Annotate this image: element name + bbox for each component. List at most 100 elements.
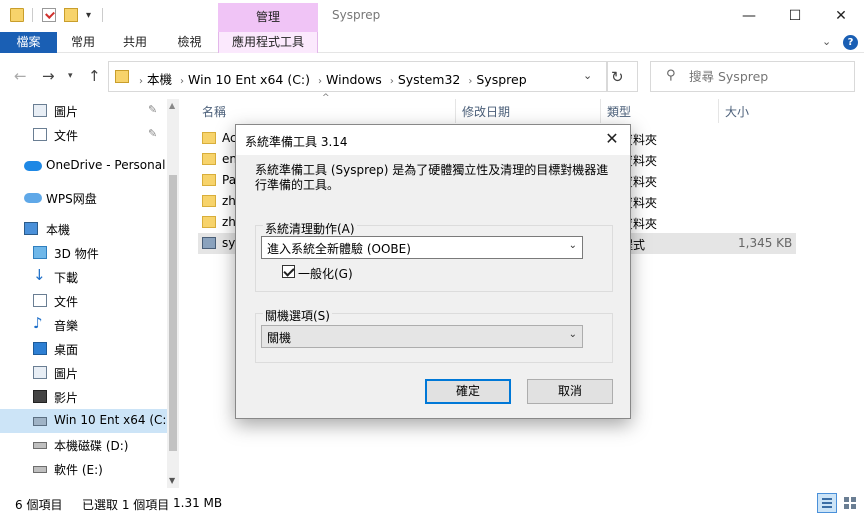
- chevron-right-icon[interactable]: ›: [468, 76, 472, 87]
- breadcrumb: › 本機 › Win 10 Ent x64 (C:) › Windows › System32…: [135, 69, 531, 88]
- scroll-up-icon[interactable]: ▲: [169, 101, 175, 110]
- column-separator[interactable]: [455, 99, 456, 123]
- help-icon[interactable]: ?: [843, 35, 858, 50]
- manage-contextual-tab[interactable]: 管理: [218, 3, 318, 32]
- chevron-right-icon[interactable]: ›: [139, 76, 143, 87]
- download-arrow-icon: ↓: [33, 266, 46, 284]
- search-box[interactable]: ⚲: [650, 61, 855, 92]
- folder-icon: [202, 195, 216, 207]
- desktop-icon: [33, 342, 47, 355]
- tab-home[interactable]: 常用: [57, 32, 109, 53]
- sidebar-item-downloads[interactable]: ↓ 下載: [0, 265, 167, 289]
- videos-icon: [33, 390, 47, 403]
- breadcrumb-sysprep[interactable]: Sysprep: [476, 72, 526, 87]
- sidebar-scrollbar[interactable]: ▲ ▼: [167, 99, 179, 488]
- sort-ascending-icon: ^: [322, 93, 330, 103]
- sidebar-item-onedrive[interactable]: OneDrive - Personal: [0, 154, 167, 178]
- column-header-type[interactable]: 類型: [607, 103, 631, 120]
- chevron-down-icon: ⌄: [568, 329, 577, 340]
- address-dropdown-icon[interactable]: ⌄: [583, 69, 592, 82]
- sidebar-item-drive-e[interactable]: 軟件 (E:): [0, 457, 167, 481]
- details-view-icon[interactable]: [817, 493, 837, 513]
- breadcrumb-windows[interactable]: Windows: [326, 72, 382, 87]
- maximize-button[interactable]: ☐: [772, 0, 818, 32]
- scrollbar-thumb[interactable]: [169, 175, 177, 451]
- cleanup-action-select[interactable]: 進入系統全新體驗 (OOBE) ⌄: [261, 236, 583, 259]
- up-arrow-icon[interactable]: ↑: [88, 67, 101, 85]
- scroll-down-icon[interactable]: ▼: [169, 476, 175, 485]
- tab-view[interactable]: 檢視: [161, 32, 218, 53]
- chevron-right-icon[interactable]: ›: [318, 76, 322, 87]
- shutdown-options-select[interactable]: 關機 ⌄: [261, 325, 583, 348]
- wps-cloud-icon: [24, 193, 42, 203]
- generalize-label[interactable]: 一般化(G): [298, 265, 353, 282]
- tab-application-tools[interactable]: 應用程式工具: [218, 32, 318, 53]
- chevron-down-icon: ⌄: [568, 240, 577, 251]
- recent-locations-chevron-icon[interactable]: ▾: [68, 71, 73, 81]
- back-arrow-icon[interactable]: ←: [14, 67, 27, 85]
- sidebar-item-pictures[interactable]: 圖片: [0, 361, 167, 385]
- cancel-button[interactable]: 取消: [527, 379, 613, 404]
- properties-icon[interactable]: [42, 8, 56, 22]
- pin-icon[interactable]: ✎: [148, 127, 157, 140]
- sidebar-item-wps-cloud[interactable]: WPS网盘: [0, 186, 167, 210]
- sidebar-item-desktop[interactable]: 桌面: [0, 337, 167, 361]
- chevron-right-icon[interactable]: ›: [390, 76, 394, 87]
- forward-arrow-icon[interactable]: →: [42, 67, 55, 85]
- sidebar-item-music[interactable]: ♪ 音樂: [0, 313, 167, 337]
- documents-icon: [33, 128, 47, 141]
- close-button[interactable]: ✕: [818, 0, 864, 32]
- pictures-icon: [33, 366, 47, 379]
- new-folder-icon[interactable]: [64, 8, 78, 22]
- column-separator[interactable]: [718, 99, 719, 123]
- sidebar-item-videos[interactable]: 影片: [0, 385, 167, 409]
- folder-icon: [202, 216, 216, 228]
- search-input[interactable]: [689, 69, 839, 84]
- dialog-close-button[interactable]: ✕: [601, 129, 623, 148]
- chevron-right-icon[interactable]: ›: [180, 76, 184, 87]
- generalize-checkbox[interactable]: [282, 265, 295, 278]
- dialog-title-bar: 系統準備工具 3.14 ✕: [236, 125, 630, 155]
- window-title: Sysprep: [332, 8, 381, 22]
- column-header-size[interactable]: 大小: [725, 103, 749, 120]
- folder-icon: [10, 8, 24, 22]
- sidebar-item-this-pc[interactable]: 本機: [0, 217, 167, 241]
- folder-icon: [202, 153, 216, 165]
- sidebar-item-documents-pinned[interactable]: 文件 ✎: [0, 123, 167, 147]
- drive-icon: [33, 466, 47, 473]
- sidebar-item-pictures-pinned[interactable]: 圖片 ✎: [0, 99, 167, 123]
- this-pc-icon: [24, 222, 38, 235]
- large-icons-view-icon[interactable]: [840, 493, 860, 513]
- sidebar-item-3d-objects[interactable]: 3D 物件: [0, 241, 167, 265]
- column-header-name[interactable]: 名稱: [202, 103, 226, 120]
- cleanup-action-value: 進入系統全新體驗 (OOBE): [267, 242, 411, 256]
- quick-access-dropdown-icon[interactable]: ▾: [86, 10, 91, 21]
- tab-file[interactable]: 檔案: [0, 32, 57, 53]
- tab-share[interactable]: 共用: [109, 32, 161, 53]
- folder-icon: [115, 70, 129, 83]
- expand-ribbon-icon[interactable]: ⌄: [822, 35, 831, 48]
- separator: [102, 8, 103, 22]
- breadcrumb-this-pc[interactable]: 本機: [147, 72, 172, 87]
- refresh-icon[interactable]: ↻: [611, 68, 624, 86]
- 3d-objects-icon: [33, 246, 47, 259]
- breadcrumb-drive-c[interactable]: Win 10 Ent x64 (C:): [188, 72, 310, 87]
- sidebar-item-drive-d[interactable]: 本機磁碟 (D:): [0, 433, 167, 457]
- navigation-bar: ← → ▾ ↑ › 本機 › Win 10 Ent x64 (C:) › Windows ›…: [0, 53, 864, 99]
- address-bar[interactable]: › 本機 › Win 10 Ent x64 (C:) › Windows › System32…: [108, 61, 608, 92]
- navigation-pane: 圖片 ✎ 文件 ✎ OneDrive - Personal WPS网盘 本機 3…: [0, 99, 179, 488]
- folder-icon: [202, 174, 216, 186]
- sysprep-dialog: 系統準備工具 3.14 ✕ 系統準備工具 (Sysprep) 是為了硬體獨立性及…: [235, 124, 631, 419]
- column-header-modified[interactable]: 修改日期: [462, 103, 510, 120]
- column-separator[interactable]: [600, 99, 601, 123]
- status-selected-count: 已選取 1 個項目: [82, 498, 170, 512]
- sidebar-item-drive-c[interactable]: Win 10 Ent x64 (C:): [0, 409, 171, 433]
- dialog-description: 系統準備工具 (Sysprep) 是為了硬體獨立性及清理的目標對機器進行準備的工…: [255, 163, 609, 192]
- title-bar: ▾ 管理 Sysprep — ☐ ✕: [0, 0, 864, 32]
- minimize-button[interactable]: —: [726, 0, 772, 32]
- sidebar-item-documents[interactable]: 文件: [0, 289, 167, 313]
- breadcrumb-system32[interactable]: System32: [398, 72, 461, 87]
- music-icon: ♪: [33, 314, 43, 332]
- ok-button[interactable]: 確定: [425, 379, 511, 404]
- pin-icon[interactable]: ✎: [148, 103, 157, 116]
